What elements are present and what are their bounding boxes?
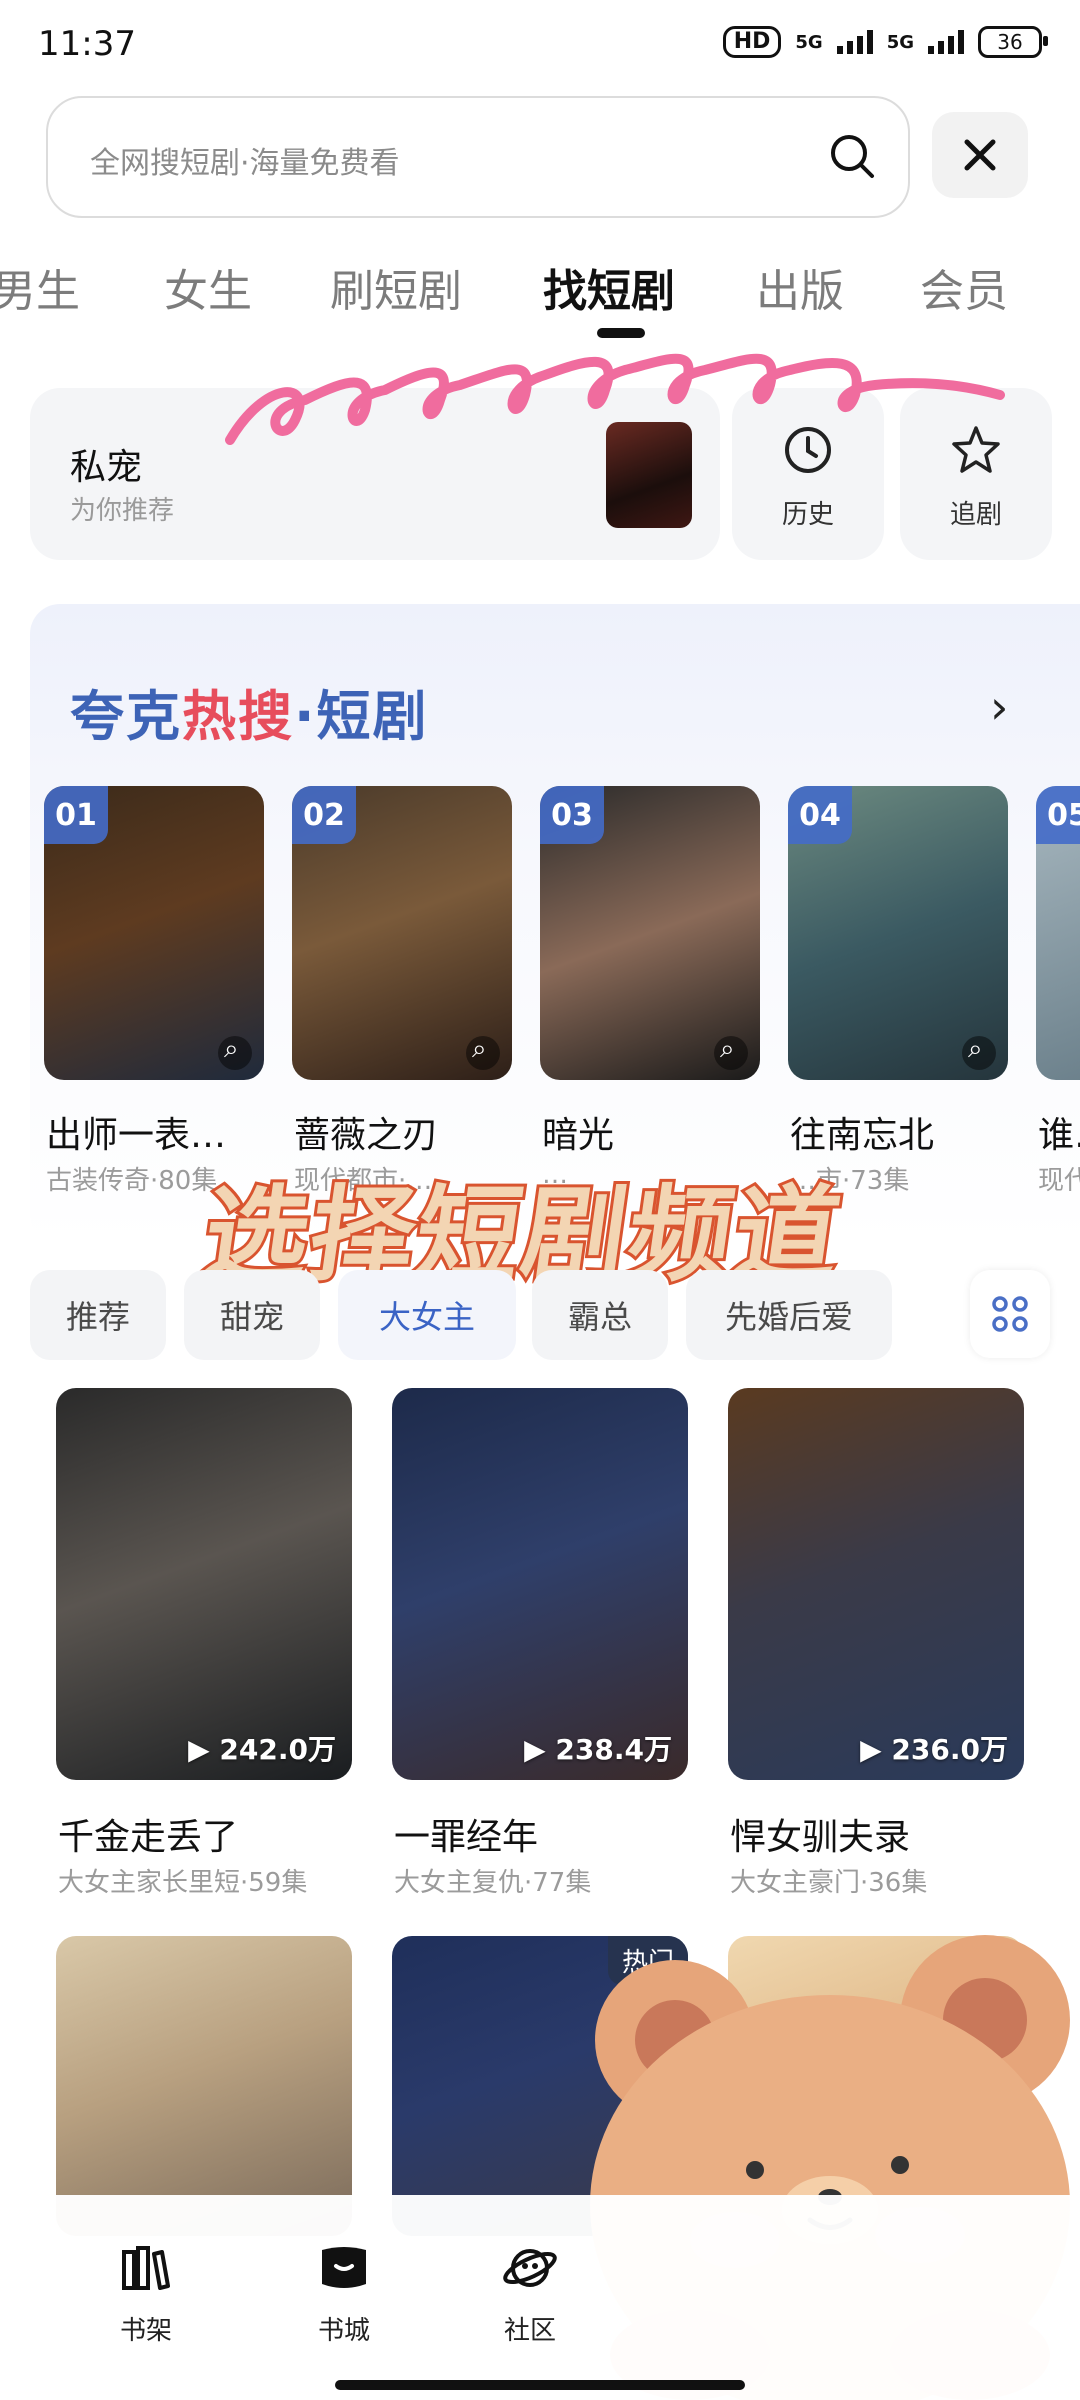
drama-title[interactable]: 一罪经年 xyxy=(394,1808,538,1860)
hd-badge: HD xyxy=(722,26,782,58)
network-2-label: 5G xyxy=(886,31,914,53)
rank-badge: 04 xyxy=(788,786,852,844)
play-count-value: 242.0万 xyxy=(219,1733,336,1766)
play-count-value: 236.0万 xyxy=(891,1733,1008,1766)
play-count: ▶ 236.0万 xyxy=(860,1733,1008,1766)
pink-squiggle-sticker xyxy=(225,353,1005,445)
status-bar: 11:37 HD 5G 5G 36 xyxy=(0,0,1080,90)
status-time: 11:37 xyxy=(38,24,136,64)
hot-poster-5[interactable]: 05 xyxy=(1036,786,1080,1080)
drama-card-3[interactable]: ▶ 236.0万 xyxy=(728,1388,1024,1780)
tab-zhao-duanju[interactable]: 找短剧 xyxy=(543,255,675,319)
planet-icon xyxy=(503,2249,557,2287)
follow-label: 追剧 xyxy=(949,500,1002,530)
rank-badge: 03 xyxy=(540,786,604,844)
nav-bookstore[interactable]: 书城 xyxy=(284,2240,404,2347)
search-icon xyxy=(466,1034,500,1070)
chip-sweet[interactable]: 甜宠 xyxy=(184,1270,320,1360)
bookshelf-icon xyxy=(122,2246,170,2290)
hot-item-title[interactable]: 谁… xyxy=(1038,1106,1080,1158)
hot-poster-1[interactable]: 01 xyxy=(44,786,264,1080)
bookstore-icon xyxy=(322,2247,366,2288)
history-label: 历史 xyxy=(781,500,834,530)
signal-1-icon xyxy=(836,30,873,54)
chevron-right-icon[interactable]: › xyxy=(990,680,1008,734)
chip-heroine[interactable]: 大女主 xyxy=(338,1270,516,1360)
chip-ceo[interactable]: 霸总 xyxy=(532,1270,668,1360)
play-count: ▶ 242.0万 xyxy=(188,1733,336,1766)
hot-title-duanju: ·短剧 xyxy=(294,685,429,748)
rank-badge: 02 xyxy=(292,786,356,844)
tab-male[interactable]: 男生 xyxy=(0,255,80,319)
tab-publish[interactable]: 出版 xyxy=(756,255,844,319)
hot-item-title[interactable]: 出师一表… xyxy=(46,1106,226,1158)
tab-female[interactable]: 女生 xyxy=(164,255,252,319)
search-icon xyxy=(218,1034,252,1070)
drama-card-2[interactable]: ▶ 238.4万 xyxy=(392,1388,688,1780)
search-icon xyxy=(962,1034,996,1070)
nav-bookshelf[interactable]: 书架 xyxy=(86,2240,206,2347)
hot-poster-2[interactable]: 02 xyxy=(292,786,512,1080)
hot-title-hot: 热搜 xyxy=(182,685,294,748)
drama-meta: 大女主豪门·36集 xyxy=(730,1868,928,1898)
favorites-title: 私宠 xyxy=(70,447,143,488)
tab-vip[interactable]: 会员 xyxy=(920,255,1008,319)
nav-label: 社区 xyxy=(503,2316,556,2346)
category-grid-button[interactable] xyxy=(970,1270,1050,1358)
nav-label: 书架 xyxy=(119,2316,172,2346)
tab-shua-duanju[interactable]: 刷短剧 xyxy=(330,255,462,319)
drama-title[interactable]: 悍女驯夫录 xyxy=(730,1808,910,1860)
chip-marriage-first[interactable]: 先婚后爱 xyxy=(686,1270,892,1360)
drama-meta: 大女主复仇·77集 xyxy=(394,1868,592,1898)
grid-icon xyxy=(992,1296,1028,1332)
hot-poster-3[interactable]: 03 xyxy=(540,786,760,1080)
search-placeholder: 全网搜短剧·海量免费看 xyxy=(90,146,400,181)
hot-item-meta: 现代… xyxy=(1038,1166,1080,1196)
status-icons: HD 5G 5G 36 xyxy=(722,26,1048,58)
chip-recommend[interactable]: 推荐 xyxy=(30,1270,166,1360)
channel-tabs: 男生 女生 刷短剧 找短剧 出版 会员 xyxy=(0,255,1080,345)
close-button[interactable] xyxy=(932,112,1028,198)
rank-badge: 01 xyxy=(44,786,108,844)
search-bar[interactable]: 全网搜短剧·海量免费看 xyxy=(46,96,910,218)
rank-badge: 05 xyxy=(1036,786,1080,844)
battery-icon: 36 xyxy=(978,26,1048,58)
drama-card-4[interactable] xyxy=(56,1936,352,2236)
active-tab-indicator xyxy=(597,328,645,338)
drama-meta: 大女主家长里短·59集 xyxy=(58,1868,308,1898)
play-count-value: 238.4万 xyxy=(555,1733,672,1766)
hot-title-quark: 夸克 xyxy=(70,685,182,748)
home-indicator[interactable] xyxy=(335,2380,745,2390)
nav-community[interactable]: 社区 xyxy=(470,2240,590,2347)
network-1-label: 5G xyxy=(795,31,823,53)
hot-item-meta: 古装传奇·80集 xyxy=(46,1166,218,1196)
play-count: ▶ 238.4万 xyxy=(524,1733,672,1766)
hot-search-title: 夸克热搜·短剧 xyxy=(70,672,429,751)
signal-2-icon xyxy=(928,30,964,54)
favorites-subtitle: 为你推荐 xyxy=(70,496,175,526)
close-icon xyxy=(964,139,996,171)
search-icon xyxy=(714,1034,748,1070)
battery-level: 36 xyxy=(997,30,1023,54)
drama-card-1[interactable]: ▶ 242.0万 xyxy=(56,1388,352,1780)
drama-title[interactable]: 千金走丢了 xyxy=(58,1808,238,1860)
nav-label: 书城 xyxy=(317,2316,370,2346)
search-icon[interactable] xyxy=(826,130,878,182)
hot-poster-4[interactable]: 04 xyxy=(788,786,1008,1080)
